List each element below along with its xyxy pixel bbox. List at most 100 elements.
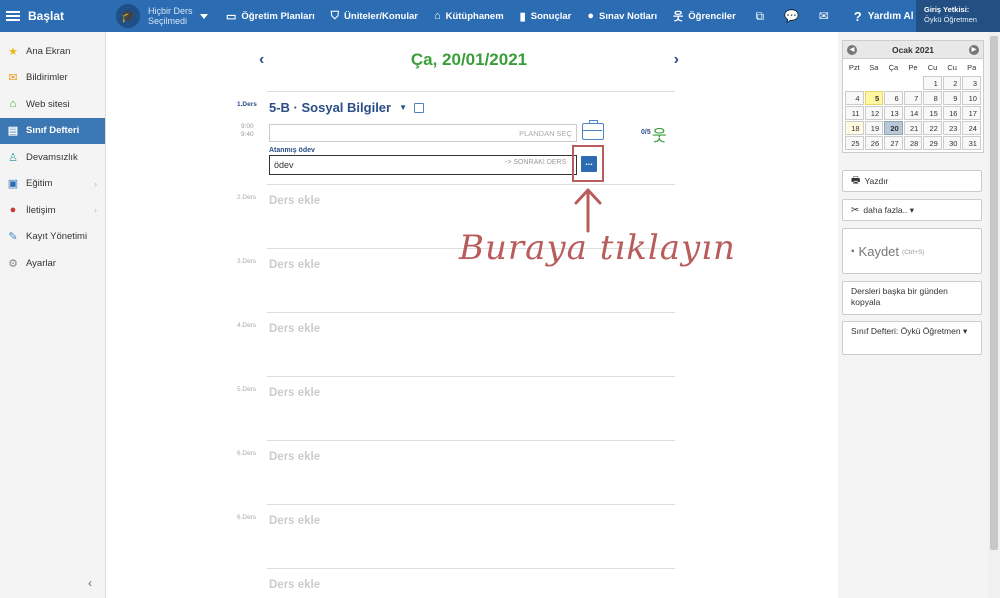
save-button[interactable]: ▪ Kaydet (Ctrl+S) [842, 228, 982, 274]
calendar-next-button[interactable]: ▶ [968, 44, 979, 55]
copy-icon[interactable] [414, 102, 425, 113]
nav-exam-grades[interactable]: ● Sınav Notları [579, 0, 665, 32]
calendar-day[interactable]: 9 [942, 91, 962, 105]
calendar-day[interactable]: 6 [884, 91, 903, 105]
sidebar-collapse-button[interactable]: ‹ [88, 576, 92, 590]
add-lesson-button[interactable]: Ders ekle [269, 579, 320, 591]
calendar-day[interactable]: 5 [864, 91, 884, 105]
person-icon: ♙ [8, 151, 18, 164]
sidebar-item-class-notebook[interactable]: ▤ Sınıf Defteri [0, 117, 105, 144]
calendar-day[interactable]: 3 [962, 76, 981, 90]
calendar-month: Ocak 2021 [891, 44, 935, 55]
calendar-day[interactable]: 11 [845, 106, 864, 120]
add-lesson-button[interactable]: Ders ekle [269, 451, 320, 463]
calendar-day[interactable]: 28 [903, 136, 923, 150]
class-title[interactable]: 5-B · Sosyal Bilgiler ▼ [269, 100, 425, 115]
calendar-day[interactable]: 14 [903, 106, 923, 120]
add-lesson-button[interactable]: Ders ekle [269, 323, 320, 335]
cast-button[interactable]: ⧉ [744, 0, 776, 32]
scrollbar[interactable] [988, 32, 1000, 598]
start-label: Başlat [28, 9, 65, 23]
top-nav: ▭ Öğretim Planları ⛉ Üniteler/Konular ⌂ Küt… [218, 0, 744, 32]
calendar-day[interactable]: 15 [923, 106, 942, 120]
sidebar-item-attendance[interactable]: ♙ Devamsızlık [0, 144, 105, 171]
calendar-day[interactable]: 30 [942, 136, 962, 150]
nav-students[interactable]: 웃 Öğrenciler [665, 0, 744, 32]
plan-select-field[interactable]: PLANDAN SEÇ [269, 124, 577, 142]
add-lesson-button[interactable]: Ders ekle [269, 515, 320, 527]
calendar-day[interactable]: 10 [962, 91, 981, 105]
sidebar-item-registration[interactable]: ✎ Kayıt Yönetimi [0, 224, 105, 251]
calendar-day[interactable]: 7 [903, 91, 923, 105]
copy-lessons-button[interactable]: Dersleri başka bir günden kopyala [842, 281, 982, 315]
notebook-owner-button[interactable]: Sınıf Defteri: Öykü Öğretmen ▾ [842, 321, 982, 355]
calendar-day[interactable]: 2 [942, 76, 962, 90]
help-label: Yardım Al [867, 10, 914, 22]
divider [267, 376, 675, 377]
lesson-number: 6.Ders [237, 450, 257, 457]
chat-icon: 💬 [784, 9, 800, 23]
sidebar-item-communication[interactable]: ● İletişim › [0, 197, 105, 224]
nav-units[interactable]: ⛉ Üniteler/Konular [323, 0, 426, 32]
calendar-day[interactable]: 26 [864, 136, 884, 150]
add-lesson-button[interactable]: Ders ekle [269, 195, 320, 207]
sidebar-item-settings[interactable]: ⚙ Ayarlar [0, 250, 105, 277]
calendar-day[interactable]: 13 [884, 106, 903, 120]
prev-day-button[interactable]: ‹ [259, 51, 264, 69]
nav-results[interactable]: ▮ Sonuçlar [512, 0, 580, 32]
home-icon: ⌂ [9, 98, 17, 111]
notebook-icon: ▤ [7, 125, 19, 138]
divider [267, 91, 675, 92]
calendar-day[interactable]: 23 [942, 121, 962, 135]
homework-more-button[interactable]: ... [581, 156, 597, 172]
lesson-number: 5.Ders [237, 386, 257, 393]
next-day-button[interactable]: › [674, 51, 679, 69]
calendar-day[interactable]: 17 [962, 106, 981, 120]
nav-teaching-plans[interactable]: ▭ Öğretim Planları [218, 0, 323, 32]
print-button[interactable]: 🖶 Yazdır [842, 170, 982, 192]
add-lesson-button[interactable]: Ders ekle [269, 259, 320, 271]
save-icon: ▪ [851, 245, 855, 257]
calendar-day [884, 76, 903, 90]
more-actions-button[interactable]: ✂ daha fazla.. ▾ [842, 199, 982, 221]
course-selector[interactable]: 🎓 Hiçbir Ders Seçilmedi [106, 0, 218, 32]
annotation-arrow-icon [574, 188, 602, 233]
divider [267, 504, 675, 505]
sidebar-item-notifications[interactable]: ✉ Bildirimler [0, 65, 105, 92]
chat-button[interactable]: 💬 [776, 0, 808, 32]
chevron-left-icon: ‹ [88, 576, 92, 590]
calendar-day[interactable]: 25 [845, 136, 864, 150]
calendar-day[interactable]: 27 [884, 136, 903, 150]
lesson-number: 3.Ders [237, 258, 257, 265]
calendar-dow: Cu [927, 63, 938, 72]
next-lesson-link[interactable]: -> SONRAKİ DERS [505, 159, 566, 166]
sidebar-item-website[interactable]: ⌂ Web sitesi [0, 91, 105, 118]
help-button[interactable]: ? Yardım Al [846, 9, 922, 24]
calendar-prev-button[interactable]: ◀ [847, 44, 857, 55]
calendar-day[interactable]: 4 [845, 91, 864, 105]
calendar-day[interactable]: 31 [962, 136, 981, 150]
calendar-day[interactable]: 21 [903, 121, 923, 135]
calendar-day[interactable]: 18 [845, 121, 864, 135]
start-menu-button[interactable]: Başlat [0, 0, 106, 32]
calendar-day[interactable]: 8 [923, 91, 942, 105]
calendar-day[interactable]: 20 [884, 121, 903, 135]
students-icon[interactable]: 웃 [652, 122, 667, 146]
sidebar-item-education[interactable]: ▣ Eğitim › [0, 171, 105, 198]
calendar-day[interactable]: 24 [962, 121, 981, 135]
briefcase-icon[interactable] [582, 120, 604, 140]
gear-icon: ⚙ [8, 257, 18, 270]
calendar-day[interactable]: 22 [923, 121, 942, 135]
mail-button[interactable]: ✉ [808, 0, 840, 32]
scrollbar-thumb[interactable] [990, 36, 998, 550]
calendar-day[interactable]: 16 [942, 106, 962, 120]
login-info[interactable]: Giriş Yetkisi: Öykü Öğretmen [916, 0, 1000, 32]
nav-library[interactable]: ⌂ Kütüphanem [426, 0, 512, 32]
sidebar-item-home[interactable]: ★ Ana Ekran [0, 38, 105, 65]
calendar-day[interactable]: 29 [923, 136, 942, 150]
calendar-day[interactable]: 19 [864, 121, 884, 135]
calendar-day[interactable]: 12 [864, 106, 884, 120]
calendar-day[interactable]: 1 [923, 76, 942, 90]
add-lesson-button[interactable]: Ders ekle [269, 387, 320, 399]
caret-down-icon[interactable]: ▼ [399, 103, 407, 112]
